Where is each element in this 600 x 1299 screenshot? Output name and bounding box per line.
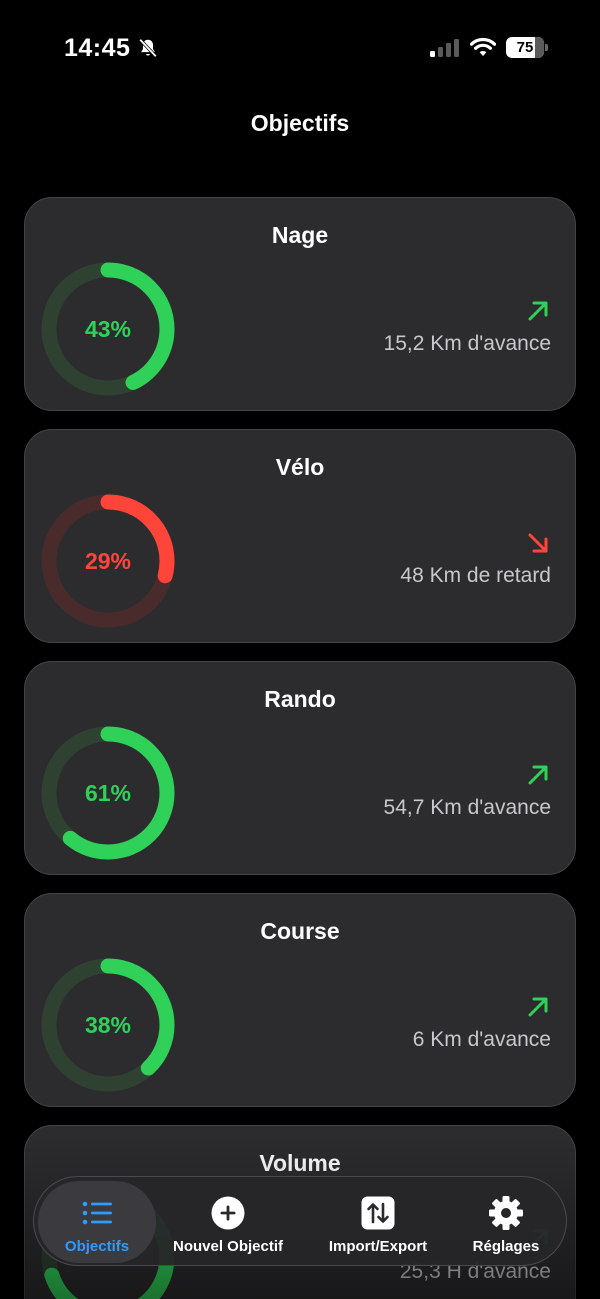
goal-title: Volume bbox=[259, 1150, 341, 1176]
tab-nouvel-objectif[interactable]: Nouvel Objectif bbox=[162, 1181, 294, 1263]
tab-reglages[interactable]: Réglages bbox=[452, 1181, 560, 1263]
battery-level: 75 bbox=[516, 39, 534, 56]
goal-card[interactable]: Nage 43% 15,2 Km d'avance bbox=[24, 197, 576, 411]
goal-percent: 43% bbox=[84, 316, 132, 342]
goal-percent: 38% bbox=[84, 1012, 132, 1038]
goal-trend-text: 15,2 Km d'avance bbox=[383, 332, 551, 355]
goal-title: Rando bbox=[264, 686, 336, 712]
tab-label: Objectifs bbox=[64, 1238, 130, 1255]
goal-percent: 61% bbox=[84, 780, 132, 806]
goal-card[interactable]: Rando 61% 54,7 Km d'avance bbox=[24, 661, 576, 875]
wifi-icon bbox=[470, 37, 496, 56]
goal-card[interactable]: Vélo 29% 48 Km de retard bbox=[24, 429, 576, 643]
page-title: Objectifs bbox=[250, 110, 350, 136]
goal-trend-text: 48 Km de retard bbox=[400, 564, 551, 587]
arrow-down-right-icon bbox=[528, 533, 548, 553]
goal-card[interactable]: Course 38% 6 Km d'avance bbox=[24, 893, 576, 1107]
goal-trend-text: 6 Km d'avance bbox=[412, 1028, 551, 1051]
arrow-up-right-icon bbox=[528, 765, 548, 785]
tab-objectifs[interactable]: Objectifs bbox=[38, 1181, 156, 1263]
tab-label: Nouvel Objectif bbox=[172, 1238, 284, 1255]
arrow-up-right-icon bbox=[528, 301, 548, 321]
gear-icon bbox=[489, 1196, 523, 1230]
status-bar: 14:45 75 bbox=[0, 0, 600, 96]
import-export-icon bbox=[361, 1196, 395, 1230]
goal-trend-text: 54,7 Km d'avance bbox=[383, 796, 551, 819]
goal-title: Nage bbox=[271, 222, 329, 248]
tab-bar: Objectifs Nouvel Objectif Import/Export … bbox=[33, 1176, 567, 1266]
tab-import-export[interactable]: Import/Export bbox=[310, 1181, 446, 1263]
bell-slash-icon bbox=[139, 38, 157, 58]
cellular-signal-icon bbox=[430, 39, 459, 57]
plus-circle-icon bbox=[211, 1196, 245, 1230]
arrow-up-right-icon bbox=[528, 997, 548, 1017]
battery-icon: 75 bbox=[506, 37, 548, 58]
goal-title: Course bbox=[260, 918, 340, 944]
status-time: 14:45 bbox=[64, 34, 131, 62]
list-icon bbox=[82, 1201, 112, 1225]
goal-percent: 29% bbox=[84, 548, 132, 574]
tab-label: Import/Export bbox=[328, 1238, 428, 1255]
goal-title: Vélo bbox=[275, 454, 325, 480]
tab-label: Réglages bbox=[472, 1238, 540, 1255]
